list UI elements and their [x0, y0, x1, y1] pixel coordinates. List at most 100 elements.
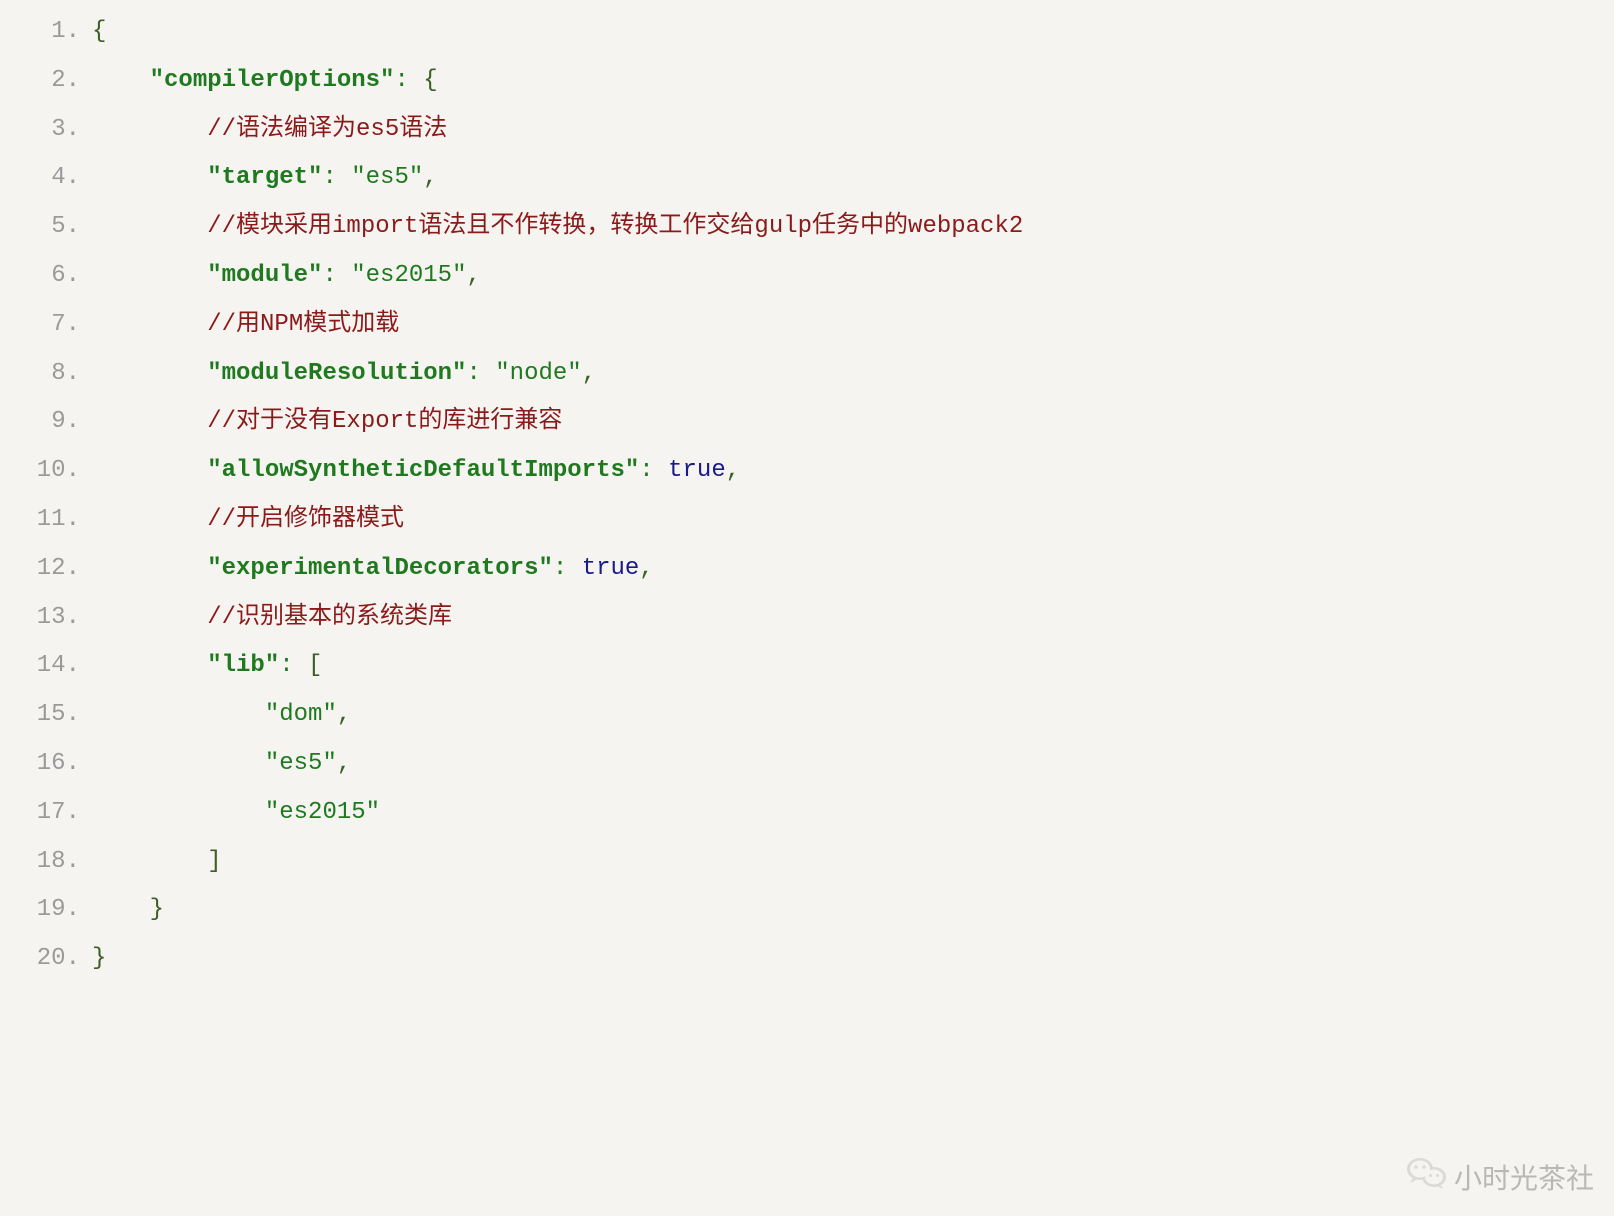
token: :: [279, 652, 293, 679]
token: "experimentalDecorators": [207, 555, 553, 582]
line-number: 12.: [0, 545, 92, 594]
token: [654, 457, 668, 484]
code-content: "compilerOptions": {: [92, 57, 438, 106]
code-content: }: [92, 935, 106, 984]
code-content: "es5",: [92, 740, 351, 789]
token: "es5": [351, 164, 423, 191]
code-line: 9. //对于没有Export的库进行兼容: [0, 398, 1614, 447]
token: }: [150, 896, 164, 923]
token: "es2015": [265, 799, 380, 826]
token: //模块采用import语法且不作转换，转换工作交给gulp任务中的webpac…: [207, 213, 1023, 240]
token: [: [308, 652, 322, 679]
code-line: 1.{: [0, 8, 1614, 57]
token: :: [553, 555, 567, 582]
code-line: 6. "module": "es2015",: [0, 252, 1614, 301]
line-number: 1.: [0, 8, 92, 57]
line-number: 18.: [0, 838, 92, 887]
watermark: 小时光茶社: [1406, 1155, 1594, 1198]
code-line: 11. //开启修饰器模式: [0, 496, 1614, 545]
token: ,: [582, 360, 596, 387]
code-line: 4. "target": "es5",: [0, 154, 1614, 203]
token: //用NPM模式加载: [207, 311, 399, 338]
code-line: 12. "experimentalDecorators": true,: [0, 545, 1614, 594]
token: "lib": [207, 652, 279, 679]
token: true: [582, 555, 640, 582]
code-content: //识别基本的系统类库: [92, 594, 452, 643]
line-number: 2.: [0, 57, 92, 106]
code-content: {: [92, 8, 106, 57]
watermark-text: 小时光茶社: [1454, 1157, 1594, 1197]
token: "compilerOptions": [150, 67, 395, 94]
token: :: [466, 360, 480, 387]
code-content: //对于没有Export的库进行兼容: [92, 398, 562, 447]
line-number: 10.: [0, 447, 92, 496]
token: "dom": [265, 701, 337, 728]
token: true: [668, 457, 726, 484]
code-content: "dom",: [92, 691, 351, 740]
token: "node": [495, 360, 581, 387]
token: ,: [423, 164, 437, 191]
line-number: 19.: [0, 886, 92, 935]
token: [337, 164, 351, 191]
code-content: "moduleResolution": "node",: [92, 350, 596, 399]
token: [337, 262, 351, 289]
token: [567, 555, 581, 582]
code-content: ]: [92, 838, 222, 887]
token: ]: [207, 848, 221, 875]
token: ,: [337, 701, 351, 728]
token: {: [423, 67, 437, 94]
line-number: 13.: [0, 594, 92, 643]
token: "es5": [265, 750, 337, 777]
token: ,: [726, 457, 740, 484]
line-number: 5.: [0, 203, 92, 252]
line-number: 8.: [0, 350, 92, 399]
code-line: 18. ]: [0, 838, 1614, 887]
code-line: 14. "lib": [: [0, 642, 1614, 691]
code-line: 17. "es2015": [0, 789, 1614, 838]
token: "target": [207, 164, 322, 191]
token: //识别基本的系统类库: [207, 604, 452, 631]
token: [294, 652, 308, 679]
token: [481, 360, 495, 387]
line-number: 4.: [0, 154, 92, 203]
line-number: 11.: [0, 496, 92, 545]
line-number: 9.: [0, 398, 92, 447]
line-number: 17.: [0, 789, 92, 838]
token: }: [92, 945, 106, 972]
code-line: 15. "dom",: [0, 691, 1614, 740]
token: "moduleResolution": [207, 360, 466, 387]
code-line: 10. "allowSyntheticDefaultImports": true…: [0, 447, 1614, 496]
line-number: 3.: [0, 106, 92, 155]
code-content: "es2015": [92, 789, 380, 838]
token: ,: [337, 750, 351, 777]
code-content: }: [92, 886, 164, 935]
line-number: 6.: [0, 252, 92, 301]
line-number: 14.: [0, 642, 92, 691]
code-content: "allowSyntheticDefaultImports": true,: [92, 447, 740, 496]
token: //对于没有Export的库进行兼容: [207, 408, 562, 435]
token: //开启修饰器模式: [207, 506, 404, 533]
token: "module": [207, 262, 322, 289]
code-line: 20.}: [0, 935, 1614, 984]
line-number: 7.: [0, 301, 92, 350]
code-block: 1.{2. "compilerOptions": {3. //语法编译为es5语…: [0, 0, 1614, 984]
code-line: 7. //用NPM模式加载: [0, 301, 1614, 350]
line-number: 20.: [0, 935, 92, 984]
code-line: 16. "es5",: [0, 740, 1614, 789]
token: [409, 67, 423, 94]
code-content: //用NPM模式加载: [92, 301, 399, 350]
token: {: [92, 18, 106, 45]
code-content: "lib": [: [92, 642, 322, 691]
code-line: 3. //语法编译为es5语法: [0, 106, 1614, 155]
token: :: [322, 164, 336, 191]
token: :: [394, 67, 408, 94]
line-number: 15.: [0, 691, 92, 740]
line-number: 16.: [0, 740, 92, 789]
code-line: 8. "moduleResolution": "node",: [0, 350, 1614, 399]
wechat-icon: [1406, 1155, 1448, 1198]
code-content: //模块采用import语法且不作转换，转换工作交给gulp任务中的webpac…: [92, 203, 1023, 252]
code-line: 2. "compilerOptions": {: [0, 57, 1614, 106]
code-content: //语法编译为es5语法: [92, 106, 447, 155]
token: :: [639, 457, 653, 484]
code-content: //开启修饰器模式: [92, 496, 404, 545]
